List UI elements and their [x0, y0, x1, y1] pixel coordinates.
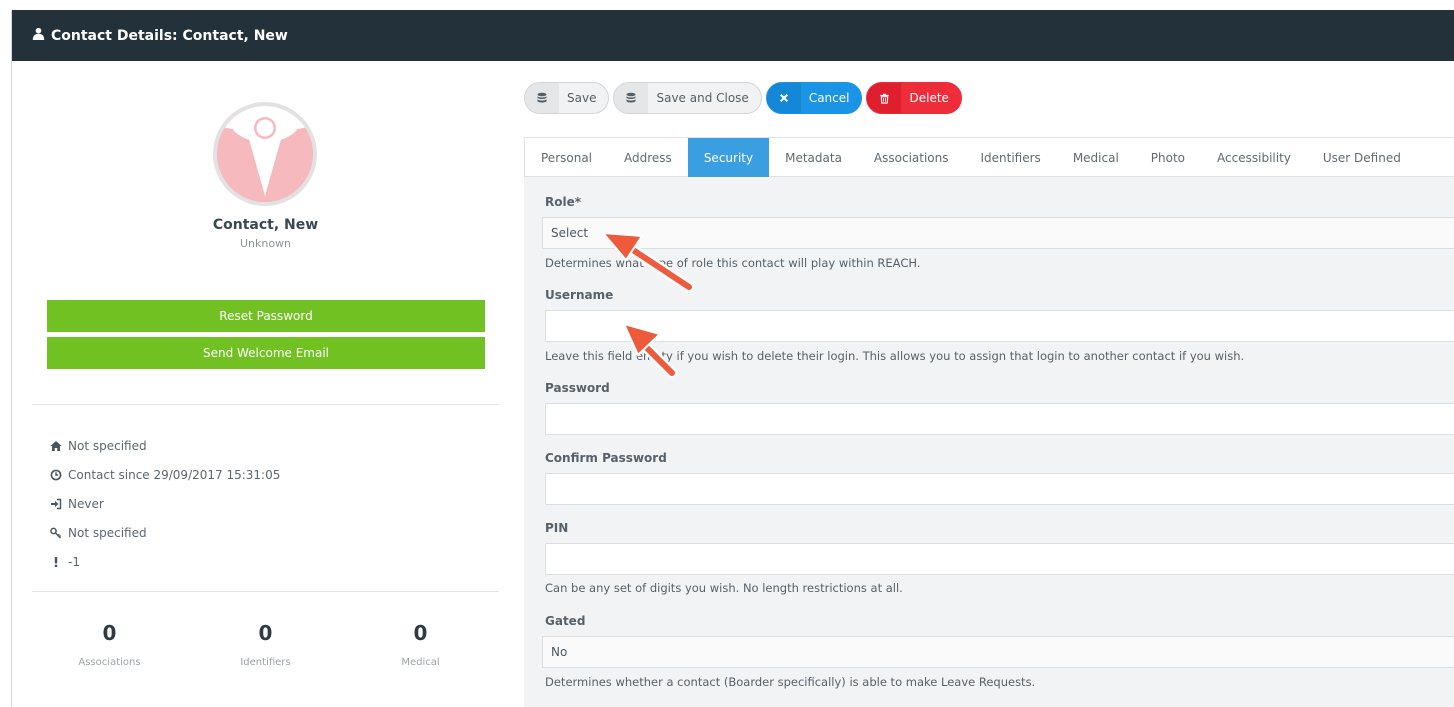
pin-label: PIN: [545, 521, 569, 535]
cancel-button[interactable]: Cancel: [765, 82, 863, 114]
stat-associations: 0 Associations: [78, 621, 141, 668]
info-address: Not specified: [50, 431, 280, 460]
info-key: Not specified: [50, 518, 280, 547]
gated-label: Gated: [545, 614, 586, 628]
info-contact-since: Contact since 29/09/2017 15:31:05: [50, 460, 280, 489]
contact-info-list: Not specified Contact since 29/09/2017 1…: [50, 431, 280, 576]
database-icon: [525, 83, 559, 113]
window-title-text: Contact Details: Contact, New: [51, 27, 288, 44]
send-welcome-email-button[interactable]: Send Welcome Email: [47, 337, 485, 369]
confirm-password-input[interactable]: [545, 473, 1454, 505]
pin-help: Can be any set of digits you wish. No le…: [545, 581, 903, 595]
tab-accessibility[interactable]: Accessibility: [1201, 138, 1307, 177]
info-last-login: Never: [50, 489, 280, 518]
tab-bar: Personal Address Security Metadata Assoc…: [524, 137, 1454, 177]
delete-button[interactable]: Delete: [866, 82, 962, 114]
gated-help: Determines whether a contact (Boarder sp…: [545, 675, 1036, 689]
exclamation-icon: [50, 556, 62, 568]
username-label: Username: [545, 288, 614, 302]
toolbar: Save Save and Close Cancel Delete: [524, 82, 962, 114]
stats-summary: 0 Associations 0 Identifiers 0 Medical: [32, 621, 499, 681]
save-button[interactable]: Save: [524, 82, 610, 114]
user-icon: [32, 27, 45, 44]
tab-address[interactable]: Address: [608, 138, 688, 177]
profile-sidebar: Contact, New Unknown Reset Password Send…: [32, 61, 499, 707]
tab-metadata[interactable]: Metadata: [769, 138, 858, 177]
close-icon: [766, 83, 801, 113]
info-alert: -1: [50, 547, 280, 576]
divider: [32, 591, 499, 592]
role-select[interactable]: Select: [542, 217, 1454, 249]
trash-icon: [867, 83, 902, 113]
password-label: Password: [545, 381, 610, 395]
stat-identifiers: 0 Identifiers: [240, 621, 291, 668]
contact-type: Unknown: [239, 237, 292, 250]
tab-personal[interactable]: Personal: [525, 138, 608, 177]
person-silhouette-icon: [217, 106, 313, 202]
divider: [32, 404, 499, 405]
tab-user-defined[interactable]: User Defined: [1307, 138, 1417, 177]
role-help: Determines what type of role this contac…: [545, 256, 921, 270]
password-input[interactable]: [545, 403, 1454, 435]
clock-icon: [50, 469, 62, 481]
contact-editor: Save Save and Close Cancel Delete Person…: [524, 61, 1454, 707]
role-label: Role*: [545, 195, 582, 209]
contact-name: Contact, New: [212, 217, 319, 233]
key-icon: [50, 527, 62, 539]
security-form: Role* Select Determines what type of rol…: [524, 177, 1454, 707]
username-help: Leave this field empty if you wish to de…: [545, 349, 1245, 363]
reset-password-button[interactable]: Reset Password: [47, 300, 485, 332]
title-bar: Contact Details: Contact, New: [12, 10, 1454, 61]
stat-medical: 0 Medical: [401, 621, 440, 668]
database-icon: [614, 83, 649, 113]
tab-associations[interactable]: Associations: [858, 138, 965, 177]
window-title: Contact Details: Contact, New: [32, 27, 288, 44]
home-icon: [50, 440, 62, 452]
tab-photo[interactable]: Photo: [1135, 138, 1201, 177]
contact-details-window: Contact Details: Contact, New Contact, N…: [11, 10, 1454, 707]
confirm-password-label: Confirm Password: [545, 451, 667, 465]
username-input[interactable]: [545, 310, 1454, 342]
tab-identifiers[interactable]: Identifiers: [965, 138, 1057, 177]
tab-security[interactable]: Security: [687, 138, 770, 177]
tab-medical[interactable]: Medical: [1057, 138, 1135, 177]
avatar: [213, 102, 317, 206]
pin-input[interactable]: [545, 543, 1454, 575]
gated-select[interactable]: No: [542, 636, 1454, 668]
save-and-close-button[interactable]: Save and Close: [613, 82, 762, 114]
sign-in-icon: [50, 498, 62, 510]
